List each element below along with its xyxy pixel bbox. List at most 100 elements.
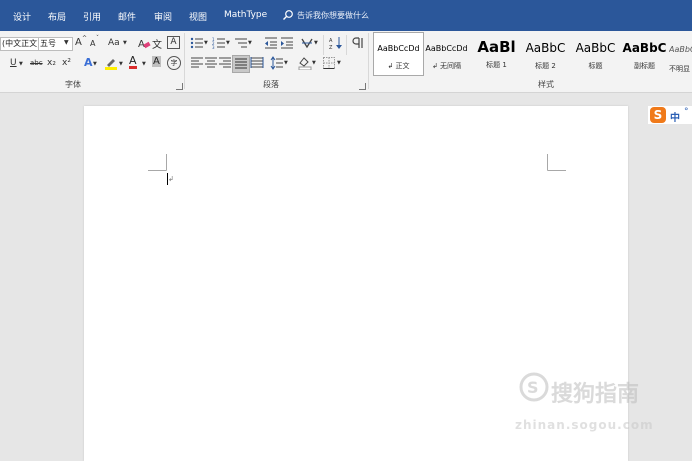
text-effects-button[interactable]: A bbox=[84, 56, 93, 69]
ime-mode-label[interactable]: 中 bbox=[670, 109, 680, 124]
style-preview: AaBbCcDd bbox=[377, 44, 420, 53]
ime-punct-icon[interactable]: ° bbox=[684, 107, 689, 117]
separator bbox=[323, 35, 324, 55]
style-preview: AaBbC bbox=[622, 41, 667, 55]
style-preview: AaBbC bbox=[575, 41, 616, 55]
style-subtle-emphasis[interactable]: AaBbC 不明显 bbox=[669, 33, 692, 75]
highlight-dropdown-icon[interactable]: ▼ bbox=[119, 61, 123, 67]
style-name-text: 无间隔 bbox=[440, 62, 462, 70]
chinese-layout-dropdown-icon[interactable]: ▼ bbox=[314, 40, 318, 46]
strikethrough-button[interactable]: abc bbox=[30, 59, 43, 67]
style-normal[interactable]: AaBbCcDd ↲ 正文 bbox=[373, 32, 424, 76]
clear-formatting-icon[interactable]: A bbox=[137, 36, 151, 50]
paragraph-dialog-launcher[interactable] bbox=[359, 83, 366, 90]
search-icon[interactable] bbox=[282, 9, 294, 21]
shading-icon[interactable] bbox=[298, 56, 312, 70]
subscript-button[interactable]: x₂ bbox=[47, 58, 56, 68]
style-preview: AaBbC bbox=[525, 41, 566, 55]
style-name: 标题 1 bbox=[486, 61, 507, 69]
line-spacing-icon[interactable] bbox=[270, 56, 284, 70]
font-size-value: 五号 bbox=[40, 39, 56, 48]
borders-icon[interactable] bbox=[322, 56, 336, 70]
paragraph-mark-icon: ↲ bbox=[168, 175, 174, 183]
paragraph-group-label: 段落 bbox=[263, 80, 279, 89]
font-group-label: 字体 bbox=[65, 80, 81, 89]
align-center-icon[interactable] bbox=[204, 56, 218, 70]
numbering-icon[interactable]: 123 bbox=[212, 36, 226, 50]
shading-dropdown-icon[interactable]: ▼ bbox=[312, 60, 316, 66]
style-name: 不明显 bbox=[669, 65, 690, 73]
char-border-button[interactable]: A bbox=[167, 36, 180, 49]
svg-text:3: 3 bbox=[212, 45, 215, 50]
separator bbox=[368, 33, 369, 89]
bullets-icon[interactable] bbox=[190, 36, 204, 50]
tab-view[interactable]: 视图 bbox=[189, 10, 207, 23]
bullets-dropdown-icon[interactable]: ▼ bbox=[204, 40, 208, 46]
show-marks-icon[interactable] bbox=[351, 36, 365, 50]
watermark-text: 搜狗指南 bbox=[551, 382, 640, 407]
multilevel-list-icon[interactable] bbox=[234, 36, 248, 50]
font-dialog-launcher[interactable] bbox=[176, 83, 183, 90]
style-preview: AaBl bbox=[477, 38, 516, 56]
change-case-dropdown-icon[interactable]: ▼ bbox=[123, 40, 127, 46]
sort-icon[interactable]: AZ bbox=[329, 36, 343, 50]
style-no-spacing[interactable]: AaBbCcDd ↲ 无间隔 bbox=[422, 33, 471, 75]
chinese-layout-icon[interactable] bbox=[300, 36, 314, 50]
change-case-button[interactable]: Aa bbox=[108, 38, 120, 48]
crop-mark-top-right bbox=[547, 154, 566, 171]
grow-font-button[interactable]: A bbox=[75, 37, 82, 48]
separator bbox=[184, 33, 185, 89]
style-heading-1[interactable]: AaBl 标题 1 bbox=[472, 33, 521, 75]
underline-dropdown-icon[interactable]: ▼ bbox=[19, 61, 23, 67]
font-color-button[interactable]: A bbox=[129, 55, 137, 69]
font-name-value: (中文正文) bbox=[2, 39, 40, 48]
style-title[interactable]: AaBbC 标题 bbox=[571, 33, 620, 75]
borders-dropdown-icon[interactable]: ▼ bbox=[337, 60, 341, 66]
tab-design[interactable]: 设计 bbox=[13, 10, 31, 23]
increase-indent-icon[interactable] bbox=[280, 36, 294, 50]
watermark-logo-icon: S bbox=[519, 372, 549, 402]
tab-references[interactable]: 引用 bbox=[83, 10, 101, 23]
shrink-font-button[interactable]: A bbox=[90, 39, 95, 48]
style-name: 标题 2 bbox=[535, 62, 556, 70]
superscript-button[interactable]: x² bbox=[62, 58, 71, 68]
line-spacing-dropdown-icon[interactable]: ▼ bbox=[284, 60, 288, 66]
char-shading-button[interactable]: A bbox=[152, 56, 161, 67]
style-name: 标题 bbox=[588, 62, 603, 70]
underline-button[interactable]: U bbox=[10, 58, 17, 68]
svg-text:Z: Z bbox=[329, 45, 333, 50]
style-preview: AaBbCcDd bbox=[425, 44, 468, 53]
ime-status-bar[interactable]: S 中 ° bbox=[648, 106, 692, 124]
style-heading-2[interactable]: AaBbC 标题 2 bbox=[521, 33, 570, 75]
decrease-indent-icon[interactable] bbox=[264, 36, 278, 50]
style-name: ↲ 正文 bbox=[387, 62, 410, 70]
highlight-pen-icon[interactable] bbox=[104, 56, 118, 70]
watermark-url: zhinan.sogou.com bbox=[515, 418, 654, 432]
text-effects-dropdown-icon[interactable]: ▼ bbox=[93, 61, 97, 67]
phonetic-guide-button[interactable]: 文 bbox=[152, 36, 162, 51]
align-left-icon[interactable] bbox=[190, 56, 204, 70]
multilevel-dropdown-icon[interactable]: ▼ bbox=[248, 40, 252, 46]
font-size-dropdown-icon[interactable]: ▼ bbox=[64, 39, 69, 46]
tab-mathtype[interactable]: MathType bbox=[224, 10, 267, 20]
font-color-dropdown-icon[interactable]: ▼ bbox=[142, 61, 146, 67]
char-border-label: A bbox=[170, 37, 177, 47]
style-name-text: 正文 bbox=[395, 62, 410, 70]
font-name-box[interactable]: (中文正文) bbox=[0, 37, 40, 51]
tell-me-search[interactable]: 告诉我你想要做什么 bbox=[297, 10, 369, 21]
justify-icon bbox=[235, 58, 247, 69]
align-right-icon[interactable] bbox=[218, 56, 232, 70]
enclose-characters-button[interactable]: 字 bbox=[167, 56, 181, 70]
tab-review[interactable]: 审阅 bbox=[154, 10, 172, 23]
numbering-dropdown-icon[interactable]: ▼ bbox=[226, 40, 230, 46]
svg-text:A: A bbox=[329, 38, 333, 44]
styles-group-label: 样式 bbox=[538, 80, 554, 89]
separator bbox=[346, 35, 347, 55]
watermark: S 搜狗指南 zhinan.sogou.com bbox=[515, 370, 692, 440]
distributed-icon[interactable] bbox=[250, 56, 264, 70]
style-subtitle[interactable]: AaBbC 副标题 bbox=[620, 33, 669, 75]
sogou-logo-icon: S bbox=[650, 107, 666, 123]
justify-button[interactable] bbox=[232, 55, 250, 73]
tab-layout[interactable]: 布局 bbox=[48, 10, 66, 23]
tab-mailings[interactable]: 邮件 bbox=[118, 10, 136, 23]
